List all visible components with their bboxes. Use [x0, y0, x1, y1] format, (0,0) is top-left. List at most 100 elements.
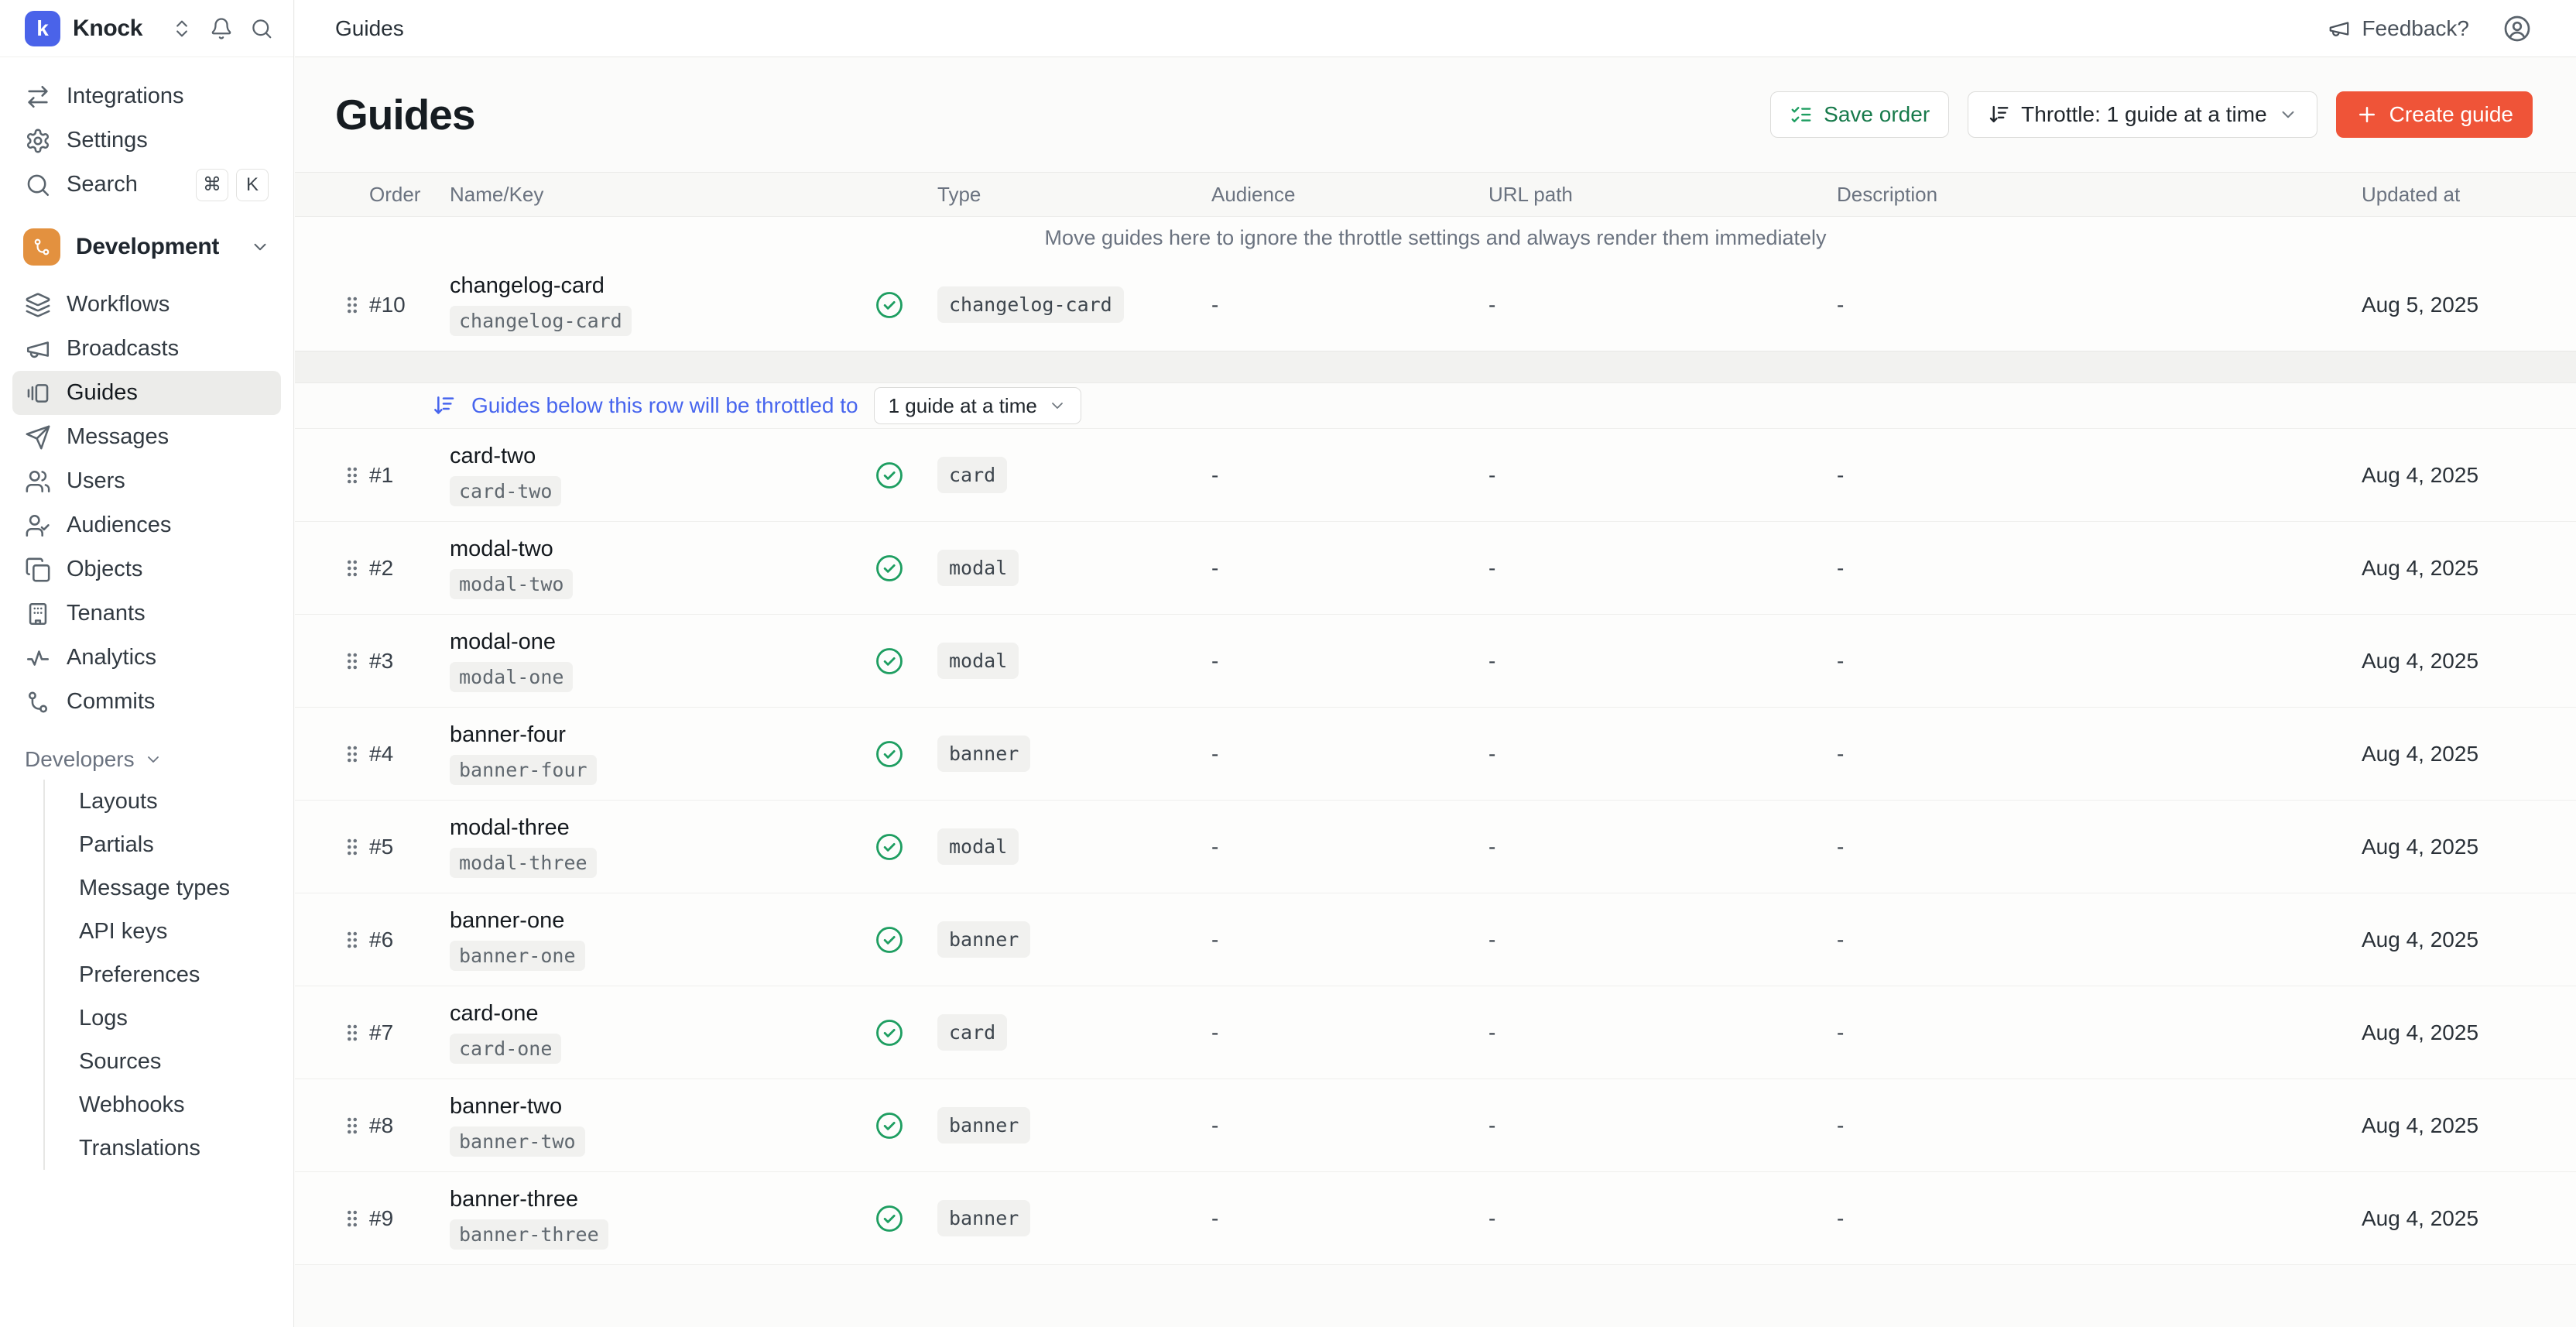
- guide-row: #3 modal-one modal-one modal - - - Aug 4…: [295, 615, 2576, 708]
- guide-row: #10 changelog-card changelog-card change…: [295, 259, 2576, 351]
- drag-handle-icon[interactable]: [340, 1020, 365, 1045]
- guide-name[interactable]: card-one: [450, 1001, 538, 1027]
- guide-audience: -: [1193, 1206, 1471, 1231]
- page-header: Guides Save order Throttle: 1 guide at a…: [295, 57, 2576, 172]
- guide-key-badge: modal-one: [450, 662, 573, 692]
- guide-url-path: -: [1471, 1113, 1820, 1138]
- sidebar-item-message-types[interactable]: Message types: [45, 866, 281, 910]
- guide-key-badge: banner-four: [450, 755, 597, 785]
- guide-order: #8: [369, 1113, 433, 1138]
- guide-name[interactable]: modal-one: [450, 629, 556, 655]
- throttle-divider-text: Guides below this row will be throttled …: [471, 393, 858, 418]
- guide-updated-at: Aug 4, 2025: [2338, 1020, 2576, 1045]
- drag-handle-icon[interactable]: [340, 293, 365, 317]
- guide-row: #4 banner-four banner-four banner - - - …: [295, 708, 2576, 801]
- guide-type-badge: modal: [937, 550, 1019, 586]
- sidebar-item-logs[interactable]: Logs: [45, 996, 281, 1040]
- guide-audience: -: [1193, 928, 1471, 952]
- guide-updated-at: Aug 4, 2025: [2338, 463, 2576, 488]
- guide-name[interactable]: modal-three: [450, 815, 570, 841]
- unthrottled-hint: Move guides here to ignore the throttle …: [295, 217, 2576, 259]
- throttle-limit-select[interactable]: 1 guide at a time: [874, 387, 1081, 424]
- guide-audience: -: [1193, 649, 1471, 674]
- sidebar-item-commits[interactable]: Commits: [12, 680, 281, 724]
- chevrons-up-down-icon[interactable]: [171, 18, 193, 39]
- k-keycap: K: [236, 169, 269, 201]
- sidebar-item-settings[interactable]: Settings: [12, 118, 281, 163]
- throttle-dropdown-button[interactable]: Throttle: 1 guide at a time: [1968, 91, 2317, 138]
- guide-updated-at: Aug 4, 2025: [2338, 1206, 2576, 1231]
- guide-description: -: [1820, 463, 2338, 488]
- unthrottled-rows: #10 changelog-card changelog-card change…: [295, 259, 2576, 351]
- search-icon[interactable]: [250, 17, 273, 40]
- guide-type-badge: card: [937, 1014, 1007, 1051]
- guide-description: -: [1820, 649, 2338, 674]
- chevron-down-icon: [250, 237, 270, 257]
- sidebar-item-messages[interactable]: Messages: [12, 415, 281, 459]
- workspace-switcher[interactable]: k Knock: [0, 0, 293, 57]
- sidebar-item-api-keys[interactable]: API keys: [45, 910, 281, 953]
- chevron-down-icon: [2278, 105, 2298, 125]
- chevron-down-icon: [144, 750, 163, 769]
- throttled-rows: #1 card-two card-two card - - - Aug 4, 2…: [295, 429, 2576, 1265]
- guide-type-badge: modal: [937, 828, 1019, 865]
- create-guide-button[interactable]: Create guide: [2336, 91, 2533, 138]
- sidebar-item-analytics[interactable]: Analytics: [12, 636, 281, 680]
- drag-handle-icon[interactable]: [340, 928, 365, 952]
- guides-panel-icon: [25, 380, 51, 406]
- sidebar-item-broadcasts[interactable]: Broadcasts: [12, 327, 281, 371]
- drag-handle-icon[interactable]: [340, 556, 365, 581]
- sidebar-item-users[interactable]: Users: [12, 459, 281, 503]
- guide-updated-at: Aug 4, 2025: [2338, 649, 2576, 674]
- developers-section-toggle[interactable]: Developers: [12, 747, 281, 772]
- guide-name[interactable]: changelog-card: [450, 273, 605, 299]
- sidebar-item-audiences[interactable]: Audiences: [12, 503, 281, 547]
- send-icon: [25, 424, 51, 451]
- sidebar-item-translations[interactable]: Translations: [45, 1126, 281, 1170]
- save-order-button[interactable]: Save order: [1770, 91, 1949, 138]
- feedback-button[interactable]: Feedback?: [2328, 16, 2469, 41]
- drag-handle-icon[interactable]: [340, 1206, 365, 1231]
- sidebar-item-sources[interactable]: Sources: [45, 1040, 281, 1083]
- sidebar-nav: Integrations Settings Search ⌘ K Develop…: [0, 57, 293, 1170]
- user-avatar-icon[interactable]: [2503, 15, 2531, 43]
- guide-audience: -: [1193, 1020, 1471, 1045]
- sidebar-item-objects[interactable]: Objects: [12, 547, 281, 591]
- git-branch-icon: [25, 689, 51, 715]
- sidebar-item-layouts[interactable]: Layouts: [45, 780, 281, 823]
- developers-sublist: Layouts Partials Message types API keys …: [43, 780, 281, 1170]
- guide-updated-at: Aug 4, 2025: [2338, 928, 2576, 952]
- unthrottled-section: Move guides here to ignore the throttle …: [295, 217, 2576, 351]
- column-name-key: Name/Key: [433, 183, 874, 207]
- chevron-down-icon: [1048, 396, 1067, 415]
- guide-name[interactable]: banner-two: [450, 1094, 562, 1120]
- environment-switcher[interactable]: Development: [12, 228, 281, 266]
- guide-name[interactable]: banner-four: [450, 722, 566, 748]
- guide-name[interactable]: banner-one: [450, 908, 564, 934]
- guide-name[interactable]: banner-three: [450, 1187, 578, 1212]
- drag-handle-icon[interactable]: [340, 835, 365, 859]
- sidebar: k Knock Integrations Settings Search ⌘ K: [0, 0, 294, 1327]
- guide-type-badge: banner: [937, 736, 1030, 772]
- bell-icon[interactable]: [210, 17, 233, 40]
- command-keycap: ⌘: [196, 169, 228, 201]
- sidebar-item-integrations[interactable]: Integrations: [12, 74, 281, 118]
- table-header: Order Name/Key Type Audience URL path De…: [295, 172, 2576, 217]
- guides-table: Order Name/Key Type Audience URL path De…: [295, 172, 2576, 1327]
- sidebar-item-guides[interactable]: Guides: [12, 371, 281, 415]
- sidebar-item-webhooks[interactable]: Webhooks: [45, 1083, 281, 1126]
- sidebar-item-search[interactable]: Search ⌘ K: [12, 163, 281, 207]
- drag-handle-icon[interactable]: [340, 463, 365, 488]
- guide-audience: -: [1193, 1113, 1471, 1138]
- sidebar-item-partials[interactable]: Partials: [45, 823, 281, 866]
- drag-handle-icon[interactable]: [340, 742, 365, 766]
- guide-audience: -: [1193, 463, 1471, 488]
- drag-handle-icon[interactable]: [340, 1113, 365, 1138]
- guide-name[interactable]: card-two: [450, 444, 536, 469]
- sidebar-item-workflows[interactable]: Workflows: [12, 283, 281, 327]
- guide-order: #10: [369, 293, 433, 317]
- sidebar-item-preferences[interactable]: Preferences: [45, 953, 281, 996]
- drag-handle-icon[interactable]: [340, 649, 365, 674]
- sidebar-item-tenants[interactable]: Tenants: [12, 591, 281, 636]
- guide-name[interactable]: modal-two: [450, 537, 553, 562]
